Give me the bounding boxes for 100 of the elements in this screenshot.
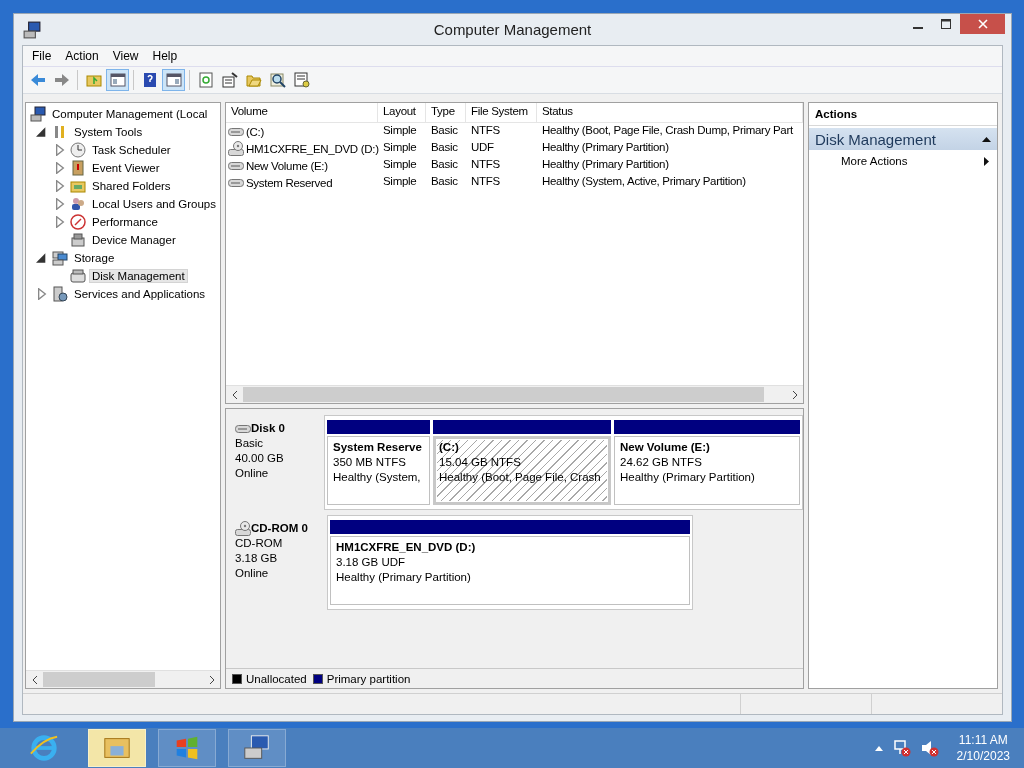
table-cell: Simple — [383, 158, 417, 170]
partition-box[interactable]: New Volume (E:) 24.62 GB NTFS Healthy (Primary Partition) — [614, 436, 800, 505]
services-icon — [52, 286, 68, 302]
caret-icon — [982, 136, 991, 142]
tree-item[interactable]: System Tools — [71, 125, 146, 139]
browser-icon — [29, 733, 59, 763]
disk-management-icon — [70, 268, 86, 284]
pane-icon — [165, 72, 182, 88]
tree-item[interactable]: Services and Applications — [71, 287, 209, 301]
folder-up-icon — [85, 72, 102, 88]
action-item[interactable]: More Actions — [809, 150, 997, 172]
partition-box[interactable]: (C:) 15.04 GB NTFS Healthy (Boot, Page File, Crash — [433, 436, 611, 505]
submenu-arrow-icon — [984, 156, 989, 166]
partition-status: Healthy (System, — [333, 470, 421, 485]
device-manager-icon — [70, 232, 86, 248]
table-cell: Simple — [383, 124, 417, 136]
pane-icon — [109, 72, 126, 88]
scrollbar-thumb[interactable] — [243, 387, 765, 402]
actions-header: Actions — [815, 108, 858, 120]
tree-item[interactable]: Disk Management — [89, 269, 188, 283]
open-folder-icon — [245, 72, 262, 88]
magnifier-icon — [269, 72, 286, 88]
tree-item[interactable]: Local Users and Groups — [89, 197, 219, 211]
table-cell: HM1CXFRE_EN_DVD (D:) — [246, 142, 379, 155]
partition-label: New Volume (E:) — [620, 440, 710, 455]
column-header[interactable]: Volume — [226, 103, 378, 122]
table-cell: Healthy (Boot, Page File, Crash Dump, Primary Part — [542, 124, 793, 136]
table-cell: UDF — [471, 141, 494, 153]
disk-type: CD-ROM — [235, 536, 284, 551]
maximize-icon — [941, 19, 951, 29]
actions-section[interactable]: Disk Management — [809, 128, 997, 150]
partition-size: 15.04 GB NTFS — [439, 455, 521, 470]
toolbar-button[interactable] — [106, 69, 129, 91]
disk-name: Disk 0 — [251, 421, 285, 436]
menu-item[interactable]: Help — [145, 48, 185, 64]
table-cell: Simple — [383, 175, 417, 187]
tree-item[interactable]: Task Scheduler — [89, 143, 174, 157]
shared-folder-icon — [70, 178, 86, 194]
disk-status: Online — [235, 466, 270, 481]
properties-icon — [221, 72, 238, 88]
partition-box[interactable]: System Reserve 350 MB NTFS Healthy (System, — [327, 436, 430, 505]
forward-icon — [53, 72, 70, 88]
partition-box[interactable]: HM1CXFRE_EN_DVD (D:) 3.18 GB UDF Healthy (Primary Partition) — [330, 536, 690, 605]
clock-time[interactable]: 11:11 AM — [958, 732, 1008, 748]
menu-item[interactable]: View — [105, 48, 146, 64]
partition-status: Healthy (Boot, Page File, Crash — [439, 470, 601, 485]
table-cell: Healthy (Primary Partition) — [542, 158, 669, 170]
tree-item[interactable]: Event Viewer — [89, 161, 163, 175]
back-icon — [29, 72, 46, 88]
tree-item[interactable]: Performance — [89, 215, 161, 229]
table-cell: NTFS — [471, 158, 500, 170]
partition-label: (C:) — [439, 440, 459, 455]
show-hidden-icons-icon[interactable] — [874, 745, 883, 751]
toolbar-button[interactable] — [162, 69, 185, 91]
partition-label: System Reserve — [333, 440, 422, 455]
table-cell: Basic — [431, 141, 458, 153]
table-cell: (C:) — [246, 125, 264, 138]
menu-item[interactable]: File — [25, 48, 59, 64]
column-header[interactable]: Type — [426, 103, 466, 122]
tree-item[interactable]: Device Manager — [89, 233, 179, 247]
scrollbar-thumb[interactable] — [43, 672, 155, 687]
table-cell: New Volume (E:) — [246, 159, 328, 172]
log-book-icon — [70, 160, 86, 176]
cd-drive-icon — [235, 521, 251, 536]
drive-icon — [228, 177, 244, 188]
partition-label: HM1CXFRE_EN_DVD (D:) — [336, 540, 476, 555]
close-icon — [977, 19, 988, 29]
taskbar-button[interactable] — [88, 729, 146, 767]
clock-icon — [70, 142, 86, 158]
table-cell: Healthy (Primary Partition) — [542, 141, 669, 153]
storage-icon — [52, 250, 68, 266]
partition-size: 24.62 GB NTFS — [620, 455, 702, 470]
menu-item[interactable]: Action — [58, 48, 106, 64]
column-header[interactable]: Status — [537, 103, 803, 122]
clock-date[interactable]: 2/10/2023 — [956, 748, 1010, 764]
tree-item[interactable]: Computer Management (Local — [49, 107, 211, 121]
partition-size: 350 MB NTFS — [333, 455, 406, 470]
expand-arrow-icon[interactable] — [36, 126, 48, 138]
tree-item[interactable]: Shared Folders — [89, 179, 174, 193]
table-cell: NTFS — [471, 175, 500, 187]
column-header[interactable]: File System — [466, 103, 537, 122]
drive-icon — [228, 126, 244, 137]
legend-label: Primary partition — [326, 672, 411, 685]
column-header[interactable]: Layout — [378, 103, 426, 122]
muted-speaker-icon[interactable] — [920, 739, 939, 757]
minimize-icon — [913, 27, 923, 29]
disk-type: Basic — [235, 436, 265, 451]
disk-status: Online — [235, 566, 270, 581]
cd-drive-icon — [228, 141, 244, 156]
table-cell: Basic — [431, 175, 458, 187]
partition-status: Healthy (Primary Partition) — [336, 570, 471, 585]
table-cell: Basic — [431, 158, 458, 170]
tree-item[interactable]: Storage — [71, 251, 118, 265]
table-cell: Healthy (System, Active, Primary Partition) — [542, 175, 746, 187]
drive-icon — [235, 423, 251, 434]
gauge-icon — [70, 214, 86, 230]
network-error-icon[interactable] — [892, 739, 911, 757]
table-cell: Basic — [431, 124, 458, 136]
expand-arrow-icon[interactable] — [36, 252, 48, 264]
users-icon — [70, 196, 86, 212]
